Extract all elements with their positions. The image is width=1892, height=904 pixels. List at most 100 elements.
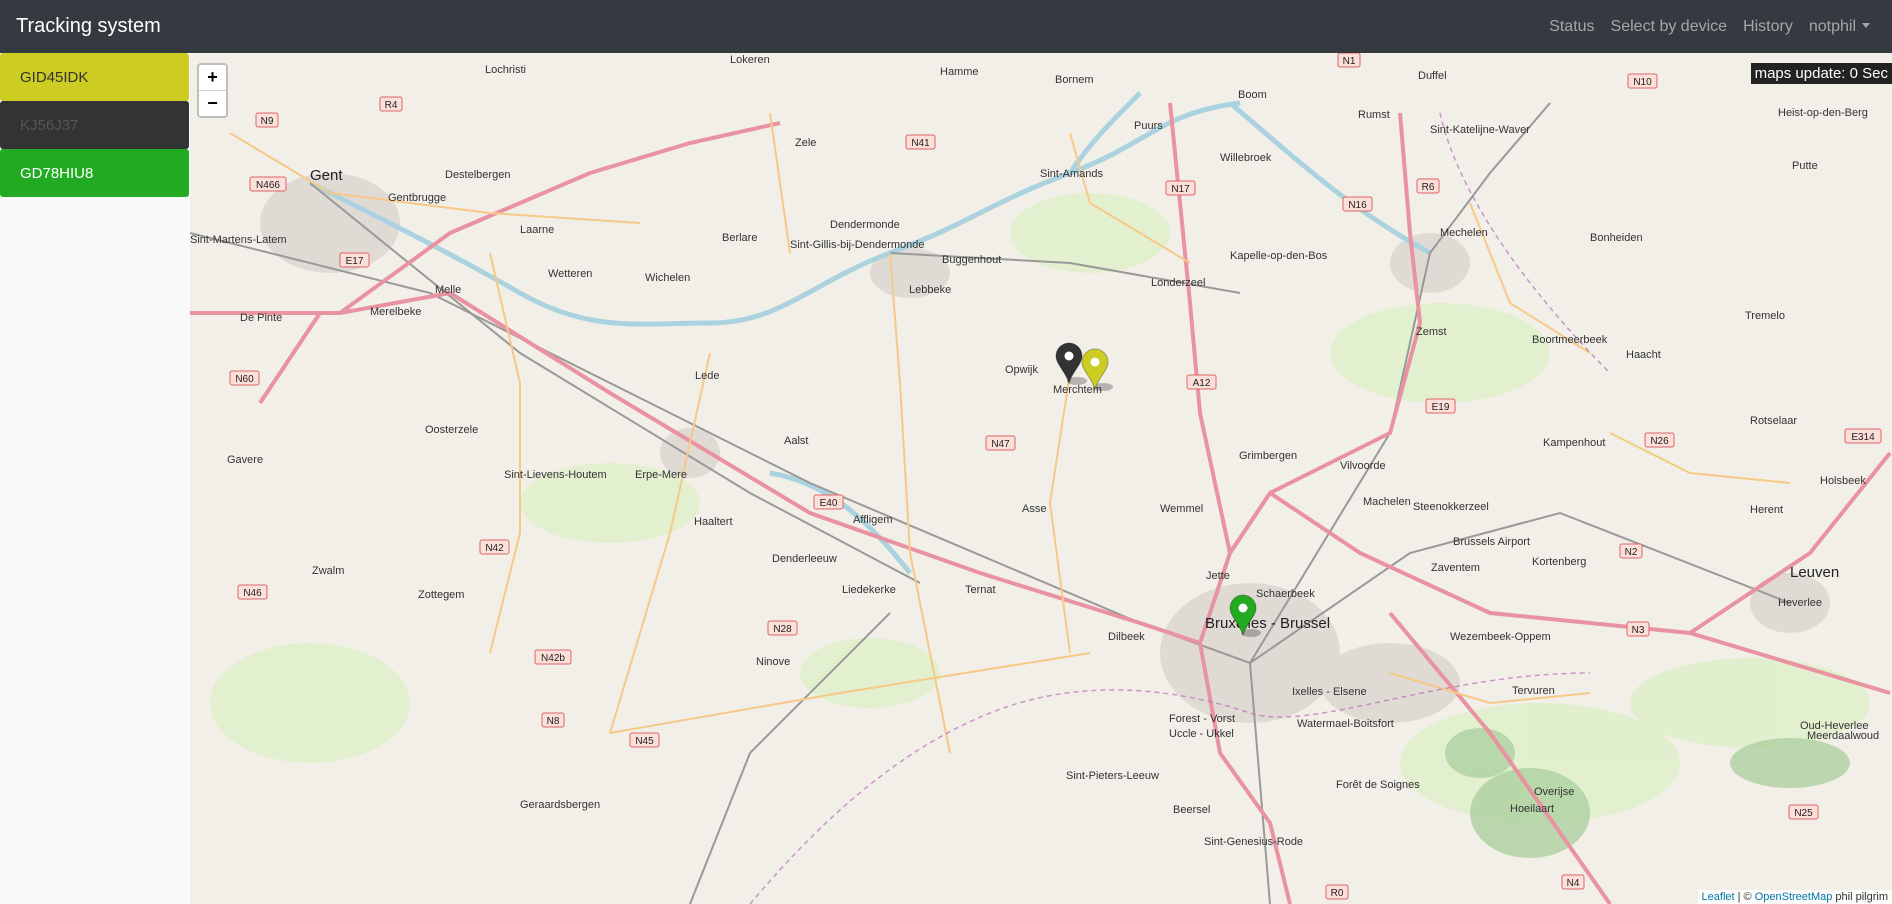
road-shield: N28 xyxy=(767,620,798,636)
svg-text:R6: R6 xyxy=(1422,182,1435,193)
place-label: Aalst xyxy=(784,435,808,447)
place-label: Herent xyxy=(1750,504,1783,516)
device-button-gd78hiu8[interactable]: GD78HIU8 xyxy=(0,149,189,197)
place-label: Boom xyxy=(1238,89,1267,101)
svg-text:N26: N26 xyxy=(1650,436,1669,447)
place-label: Hoeilaart xyxy=(1510,803,1554,815)
svg-text:N45: N45 xyxy=(635,736,654,747)
place-label: Geraardsbergen xyxy=(520,799,600,811)
place-label: Berlare xyxy=(722,232,757,244)
svg-text:E314: E314 xyxy=(1851,432,1875,443)
place-label: Gentbrugge xyxy=(388,192,446,204)
place-label: Tervuren xyxy=(1512,685,1555,697)
place-label: Lede xyxy=(695,370,719,382)
place-label: Zaventem xyxy=(1431,562,1480,574)
road-shield: E40 xyxy=(813,494,844,510)
osm-link[interactable]: OpenStreetMap xyxy=(1755,891,1833,903)
road-shield: N41 xyxy=(905,134,936,150)
map-view[interactable]: Gent Lokeren Lochristi Destelbergen Gentbrug… xyxy=(190,53,1892,904)
place-label: Kampenhout xyxy=(1543,437,1605,449)
road-shield: N60 xyxy=(229,370,260,386)
place-label: Zwalm xyxy=(312,565,344,577)
svg-text:N1: N1 xyxy=(1343,56,1356,67)
place-label: De Pinte xyxy=(240,312,282,324)
place-label: Jette xyxy=(1206,570,1230,582)
road-shield: N17 xyxy=(1165,180,1196,196)
road-shield: E314 xyxy=(1844,428,1882,444)
svg-text:N16: N16 xyxy=(1348,200,1367,211)
place-label: Denderleeuw xyxy=(772,553,837,565)
place-label: Puurs xyxy=(1134,120,1163,132)
svg-text:N466: N466 xyxy=(256,180,280,191)
place-label: Sint-Lievens-Houtem xyxy=(504,469,607,481)
nav-links: Status Select by device History notphil xyxy=(1533,18,1870,36)
place-label: Opwijk xyxy=(1005,364,1039,376)
map-attribution: Leaflet | © OpenStreetMap phil pilgrim xyxy=(1697,890,1892,904)
device-button-gid45idk[interactable]: GID45IDK xyxy=(0,53,189,101)
road-shield: A12 xyxy=(1186,374,1217,390)
place-label: Forêt de Soignes xyxy=(1336,779,1420,791)
brand-title[interactable]: Tracking system xyxy=(16,15,161,38)
place-label: Sint-Pieters-Leeuw xyxy=(1066,770,1159,782)
place-label: Willebroek xyxy=(1220,152,1272,164)
road-shield: N466 xyxy=(249,176,287,192)
road-shield: N46 xyxy=(237,584,268,600)
place-label: Wezembeek-Oppem xyxy=(1450,631,1551,643)
road-shield: N16 xyxy=(1342,196,1373,212)
place-label: Schaerbeek xyxy=(1256,588,1315,600)
place-label: Meerdaalwoud xyxy=(1807,730,1879,742)
place-label: Gavere xyxy=(227,454,263,466)
nav-status[interactable]: Status xyxy=(1549,18,1594,36)
place-label: Beersel xyxy=(1173,804,1210,816)
svg-text:N42: N42 xyxy=(485,543,504,554)
svg-text:N3: N3 xyxy=(1632,625,1645,636)
road-shield: N10 xyxy=(1627,73,1658,89)
leaflet-link[interactable]: Leaflet xyxy=(1702,891,1735,903)
svg-text:E17: E17 xyxy=(346,256,364,267)
map-update-status: maps update: 0 Sec xyxy=(1750,63,1892,84)
nav-history[interactable]: History xyxy=(1743,18,1793,36)
place-label: Ternat xyxy=(965,584,996,596)
road-shield: R6 xyxy=(1416,178,1440,194)
place-label: Kortenberg xyxy=(1532,556,1586,568)
place-label: Lokeren xyxy=(730,54,770,66)
svg-text:N10: N10 xyxy=(1633,77,1652,88)
place-label: Forest - Vorst xyxy=(1169,713,1235,725)
place-label: Merelbeke xyxy=(370,306,421,318)
svg-text:N17: N17 xyxy=(1171,184,1190,195)
svg-text:N8: N8 xyxy=(547,716,560,727)
place-label: Zele xyxy=(795,137,816,149)
road-shield: N2 xyxy=(1619,543,1643,559)
zoom-in-button[interactable]: + xyxy=(199,65,226,91)
place-label: Sint-Katelijne-Waver xyxy=(1430,124,1530,136)
place-label: Zemst xyxy=(1416,326,1447,338)
svg-text:N28: N28 xyxy=(773,624,792,635)
place-label: Grimbergen xyxy=(1239,450,1297,462)
place-label: Brussels Airport xyxy=(1453,536,1530,548)
top-navbar: Tracking system Status Select by device … xyxy=(0,0,1892,53)
road-shield: N3 xyxy=(1626,621,1650,637)
place-label: Gent xyxy=(310,167,343,184)
svg-text:N47: N47 xyxy=(991,439,1010,450)
place-label: Heverlee xyxy=(1778,597,1822,609)
place-label: Ixelles - Elsene xyxy=(1292,686,1367,698)
svg-text:E40: E40 xyxy=(820,498,838,509)
road-shield: N42 xyxy=(479,539,510,555)
map-tiles[interactable]: Gent Lokeren Lochristi Destelbergen Gentbrug… xyxy=(190,53,1892,904)
user-menu-dropdown[interactable]: notphil xyxy=(1809,18,1870,36)
road-shield: N25 xyxy=(1788,804,1819,820)
zoom-control: + − xyxy=(197,63,228,118)
road-shield: N47 xyxy=(985,435,1016,451)
nav-select-by-device[interactable]: Select by device xyxy=(1611,18,1728,36)
place-label: Boortmeerbeek xyxy=(1532,334,1608,346)
road-shield: N1 xyxy=(1337,53,1361,68)
place-label: Uccle - Ukkel xyxy=(1169,728,1234,740)
road-shield: N8 xyxy=(541,712,565,728)
road-shield: E19 xyxy=(1425,398,1456,414)
place-label: Steenokkerzeel xyxy=(1413,501,1489,513)
zoom-out-button[interactable]: − xyxy=(199,91,226,116)
place-label: Putte xyxy=(1792,160,1818,172)
device-button-kj56j37[interactable]: KJ56J37 xyxy=(0,101,189,149)
attribution-separator: | © xyxy=(1734,891,1755,903)
svg-text:R4: R4 xyxy=(385,100,398,111)
